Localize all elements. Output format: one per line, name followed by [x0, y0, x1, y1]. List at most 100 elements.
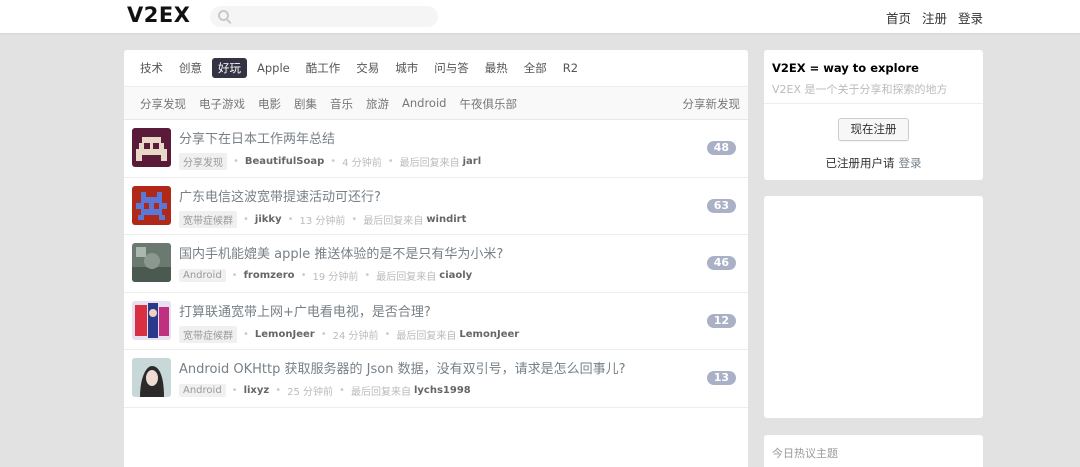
separator-dot: • — [233, 156, 239, 167]
topic-title-link[interactable]: 打算联通宽带上网+广电看电视，是否合理? — [179, 301, 431, 320]
login-link[interactable]: 登录 — [899, 156, 922, 170]
separator-dot: • — [231, 385, 238, 396]
tab-item[interactable]: 城市 — [389, 58, 424, 78]
tab-item[interactable]: 技术 — [134, 58, 169, 78]
separator-dot: • — [300, 270, 307, 281]
subtab-item[interactable]: 剧集 — [294, 96, 317, 112]
logo[interactable]: V2EX — [127, 3, 190, 27]
sidebar-panel — [764, 196, 983, 418]
intro-subtitle: V2EX 是一个关于分享和探索的地方 — [772, 83, 948, 96]
intro-box: V2EX = way to explore V2EX 是一个关于分享和探索的地方… — [764, 50, 983, 180]
avatar[interactable] — [132, 185, 171, 225]
separator-dot: • — [243, 213, 249, 225]
top-bar: V2EX 首页 注册 登录 — [0, 0, 1080, 33]
intro-title: V2EX = way to explore — [772, 61, 919, 75]
hot-topics-box: 今日热议主题 — [764, 435, 983, 467]
subtab-bar: 分享发现 电子游戏 电影 剧集 音乐 旅游 Android 午夜俱乐部 分享新发现 — [124, 86, 748, 120]
node-tag[interactable]: Android — [179, 384, 226, 397]
author-link[interactable]: jikky — [255, 214, 282, 225]
reply-count-badge[interactable]: 48 — [706, 141, 736, 155]
subtab-more-link[interactable]: 分享新发现 — [683, 96, 741, 112]
subtab-item[interactable]: 旅游 — [366, 96, 389, 112]
reply-count-badge[interactable]: 12 — [706, 313, 736, 328]
node-tag[interactable]: 分享发现 — [179, 153, 227, 170]
separator-dot: • — [330, 156, 337, 167]
subtab-item[interactable]: 电影 — [258, 96, 281, 112]
separator-dot: • — [287, 213, 294, 225]
avatar[interactable] — [132, 128, 171, 167]
separator-dot: • — [320, 328, 327, 340]
nav-login-link[interactable]: 登录 — [958, 8, 983, 27]
subtab-item[interactable]: 分享发现 — [140, 96, 186, 112]
reply-count-badge[interactable]: 13 — [706, 371, 736, 385]
node-tag[interactable]: 宽带症候群 — [179, 325, 237, 343]
topic-title-link[interactable]: 广东电信这波宽带提速活动可还行? — [179, 186, 381, 205]
author-link[interactable]: BeautifulSoap — [245, 156, 324, 167]
author-link[interactable]: fromzero — [244, 270, 295, 281]
topic-meta: 分享发现 • BeautifulSoap • 4 分钟前 • 最后回复来自 ja… — [179, 153, 481, 170]
search-box[interactable] — [210, 6, 438, 27]
subtab-item[interactable]: Android — [402, 96, 446, 112]
author-link[interactable]: lixyz — [244, 385, 270, 396]
post-time: 24 分钟前 — [332, 330, 379, 342]
last-reply-user-link[interactable]: ciaoly — [439, 270, 472, 281]
subtab-item[interactable]: 电子游戏 — [199, 96, 245, 112]
topic-meta: 宽带症候群 • LemonJeer • 24 分钟前 • 最后回复来自 Lemo… — [179, 325, 519, 343]
separator-dot: • — [351, 213, 358, 225]
topic-title-link[interactable]: 分享下在日本工作两年总结 — [179, 128, 335, 147]
last-reply-user-link[interactable]: lychs1998 — [414, 385, 471, 396]
last-reply-user-link[interactable]: jarl — [463, 156, 482, 167]
topic-row: 打算联通宽带上网+广电看电视，是否合理? 宽带症候群 • LemonJeer •… — [124, 293, 748, 350]
tab-item[interactable]: 酷工作 — [300, 58, 347, 78]
subtab-item[interactable]: 午夜俱乐部 — [459, 96, 517, 112]
reply-count-badge[interactable]: 46 — [706, 256, 736, 270]
nav-home-link[interactable]: 首页 — [886, 8, 911, 27]
tab-item[interactable]: 最热 — [479, 58, 514, 78]
post-time: 4 分钟前 — [342, 158, 382, 169]
separator-dot: • — [339, 385, 345, 396]
main-box: 技术 创意 好玩 Apple 酷工作 交易 城市 问与答 最热 全部 R2 分享发现 电子游戏 电影 剧集… — [124, 50, 748, 467]
registered-text: 已注册用户请 — [825, 156, 895, 170]
hot-topics-title: 今日热议主题 — [772, 447, 838, 460]
separator-dot: • — [364, 270, 371, 281]
node-tag[interactable]: 宽带症候群 — [179, 210, 237, 228]
post-time: 25 分钟前 — [287, 387, 334, 398]
avatar[interactable] — [132, 300, 171, 340]
avatar[interactable] — [132, 243, 171, 282]
reply-count-badge[interactable]: 63 — [706, 198, 736, 213]
last-reply-user-link[interactable]: windirt — [426, 214, 466, 225]
tab-item[interactable]: 全部 — [518, 58, 553, 78]
search-input[interactable] — [236, 8, 432, 25]
topic-meta: Android • fromzero • 19 分钟前 • 最后回复来自 cia… — [179, 268, 472, 283]
topic-title-link[interactable]: Android OKHttp 获取服务器的 Json 数据，没有双引号，请求是怎… — [179, 358, 625, 377]
last-reply-user-link[interactable]: LemonJeer — [459, 329, 519, 340]
subtab-item[interactable]: 音乐 — [330, 96, 353, 112]
tab-item[interactable]: Apple — [251, 58, 296, 78]
separator-dot: • — [243, 328, 249, 340]
topic-row: 分享下在日本工作两年总结 分享发现 • BeautifulSoap • 4 分钟… — [124, 120, 748, 178]
author-link[interactable]: LemonJeer — [255, 329, 315, 340]
post-time: 19 分钟前 — [312, 272, 359, 283]
avatar[interactable] — [132, 358, 171, 397]
topic-row: 广东电信这波宽带提速活动可还行? 宽带症候群 • jikky • 13 分钟前 … — [124, 178, 748, 235]
tab-item[interactable]: 创意 — [173, 58, 208, 78]
last-reply-label: 最后回复来自 — [363, 215, 424, 227]
search-icon — [218, 10, 229, 21]
last-reply-label: 最后回复来自 — [399, 158, 460, 169]
nav-register-link[interactable]: 注册 — [922, 8, 947, 27]
topic-list: 分享下在日本工作两年总结 分享发现 • BeautifulSoap • 4 分钟… — [124, 120, 748, 408]
last-reply-label: 最后回复来自 — [376, 272, 437, 283]
last-reply-label: 最后回复来自 — [396, 330, 457, 342]
topic-title-link[interactable]: 国内手机能媲美 apple 推送体验的是不是只有华为小米? — [179, 243, 503, 262]
topic-meta: Android • lixyz • 25 分钟前 • 最后回复来自 lychs1… — [179, 383, 471, 398]
register-button[interactable]: 现在注册 — [838, 118, 909, 141]
tab-item[interactable]: 交易 — [350, 58, 385, 78]
topic-meta: 宽带症候群 • jikky • 13 分钟前 • 最后回复来自 windirt — [179, 210, 466, 228]
separator-dot: • — [384, 328, 391, 340]
tab-bar: 技术 创意 好玩 Apple 酷工作 交易 城市 问与答 最热 全部 R2 — [134, 58, 588, 78]
tab-item[interactable]: 问与答 — [428, 58, 475, 78]
node-tag[interactable]: Android — [179, 269, 226, 282]
tab-item[interactable]: 好玩 — [212, 58, 247, 78]
tab-item[interactable]: R2 — [557, 58, 584, 78]
divider — [764, 103, 983, 104]
